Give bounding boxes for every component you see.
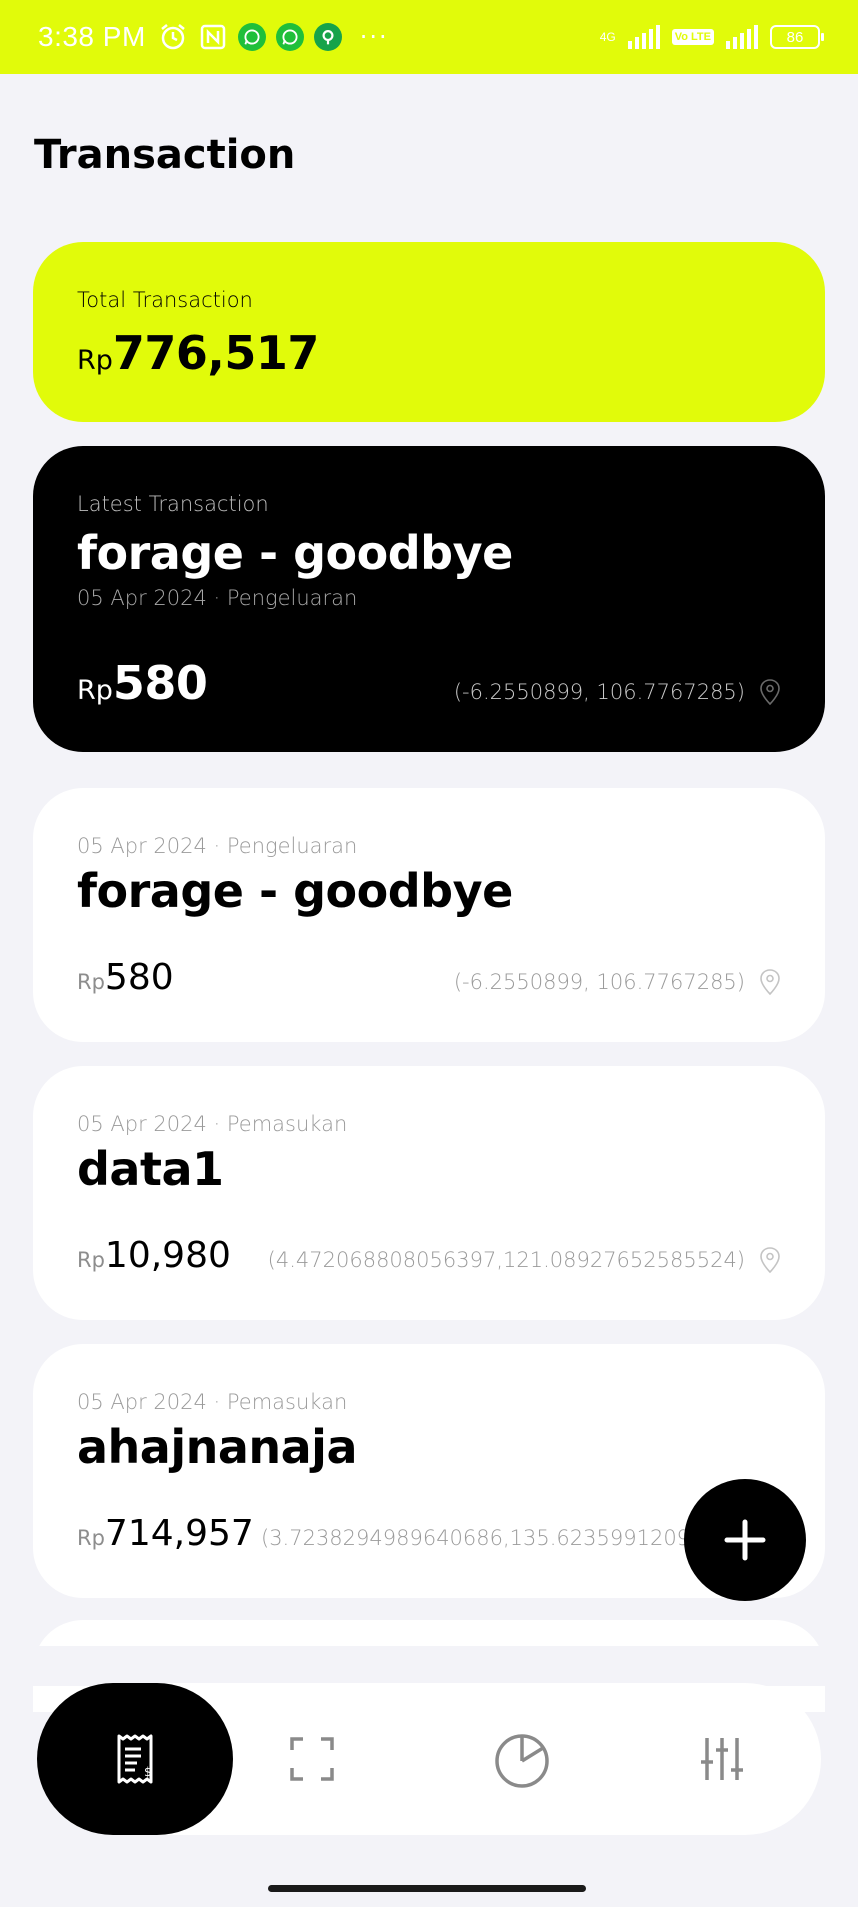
latest-meta: 05 Apr 2024 · Pengeluaran <box>77 586 358 610</box>
receipt-icon: $ <box>117 1734 153 1784</box>
scan-icon <box>290 1737 334 1781</box>
nav-transactions[interactable]: $ <box>37 1683 233 1835</box>
currency-label: Rp <box>77 675 113 706</box>
transaction-coords: (-6.2550899, 106.7767285) <box>453 970 745 994</box>
plus-icon <box>724 1519 766 1561</box>
signal-icon <box>627 25 660 49</box>
nfc-icon <box>198 22 228 52</box>
currency-label: Rp <box>77 1248 105 1272</box>
transaction-meta: 05 Apr 2024 · Pemasukan <box>77 1112 348 1136</box>
status-notification-icons: ··· <box>158 22 389 52</box>
location-app-icon <box>313 23 342 51</box>
total-transaction-card: Total Transaction Rp 776,517 <box>33 242 825 422</box>
transaction-amount-row: Rp 714,957 <box>77 1513 254 1554</box>
transaction-location: (-6.2550899, 106.7767285) <box>454 968 781 996</box>
total-amount: 776,517 <box>112 326 320 380</box>
transaction-meta: 05 Apr 2024 · Pengeluaran <box>77 834 358 858</box>
latest-amount-row: Rp 580 <box>77 656 208 710</box>
transaction-amount: 714,957 <box>104 1513 254 1554</box>
transaction-amount-row: Rp 10,980 <box>77 1235 231 1276</box>
latest-amount: 580 <box>112 656 208 710</box>
transaction-title: data1 <box>77 1142 224 1196</box>
battery-icon: 86 <box>770 25 824 49</box>
more-dots-icon: ··· <box>359 23 389 51</box>
currency-label: Rp <box>77 1526 105 1550</box>
sliders-icon <box>701 1738 743 1780</box>
latest-title: forage - goodbye <box>77 526 513 580</box>
status-time: 3:38 PM <box>38 21 146 52</box>
latest-bottom-row: Rp 580 (-6.2550899, 106.7767285) <box>77 656 781 710</box>
bottom-navigation: $ <box>37 1683 821 1835</box>
nav-scan[interactable] <box>257 1683 367 1835</box>
whatsapp-icon <box>237 23 266 51</box>
currency-label: Rp <box>77 970 105 994</box>
network-type: 4G <box>599 30 616 44</box>
latest-location: (-6.2550899, 106.7767285) <box>454 678 781 706</box>
latest-transaction-card[interactable]: Latest Transaction forage - goodbye 05 A… <box>33 446 825 752</box>
transaction-bottom-row: Rp 580 (-6.2550899, 106.7767285) <box>77 957 781 998</box>
transaction-amount-row: Rp 580 <box>77 957 174 998</box>
status-bar: 3:38 PM ··· 4G Vo LTE 86 <box>0 0 858 74</box>
location-pin-icon <box>760 1247 780 1274</box>
total-amount-row: Rp 776,517 <box>77 326 781 380</box>
whatsapp-icon <box>275 23 304 51</box>
page-title: Transaction <box>34 132 296 178</box>
signal-icon <box>726 25 758 49</box>
total-label: Total Transaction <box>77 288 253 312</box>
currency-label: Rp <box>77 345 113 376</box>
battery-level: 86 <box>786 28 804 46</box>
transaction-coords: (3.7238294989640686,135.6235991209 <box>261 1526 691 1550</box>
nav-statistics[interactable] <box>467 1683 577 1835</box>
transaction-bottom-row: Rp 714,957 (3.7238294989640686,135.62359… <box>77 1513 781 1554</box>
svg-text:$: $ <box>144 1765 152 1779</box>
transaction-title: ahajnanaja <box>77 1420 357 1474</box>
transaction-bottom-row: Rp 10,980 (4.472068808056397,121.0892765… <box>77 1235 781 1276</box>
status-system-icons: 4G Vo LTE 86 <box>599 25 824 49</box>
home-indicator[interactable] <box>268 1885 586 1892</box>
pie-chart-icon <box>495 1734 549 1788</box>
transaction-card[interactable]: 05 Apr 2024 · Pemasukan data1 Rp 10,980 … <box>33 1066 825 1320</box>
latest-coords: (-6.2550899, 106.7767285) <box>453 680 745 704</box>
location-pin-icon <box>760 969 780 996</box>
latest-label: Latest Transaction <box>77 492 269 516</box>
transaction-coords: (4.472068808056397,121.08927652585524) <box>267 1248 745 1272</box>
nav-settings[interactable] <box>667 1683 777 1835</box>
bottom-background <box>0 1646 858 1686</box>
volte-badge: Vo LTE <box>671 29 714 45</box>
transaction-meta: 05 Apr 2024 · Pemasukan <box>77 1390 348 1414</box>
transaction-location: (4.472068808056397,121.08927652585524) <box>268 1246 781 1274</box>
transaction-amount: 10,980 <box>104 1235 231 1276</box>
location-pin-icon <box>760 679 780 706</box>
transaction-title: forage - goodbye <box>77 864 513 918</box>
transaction-amount: 580 <box>104 957 174 998</box>
add-transaction-button[interactable] <box>684 1479 806 1601</box>
alarm-icon <box>158 22 188 52</box>
transaction-card[interactable]: 05 Apr 2024 · Pengeluaran forage - goodb… <box>33 788 825 1042</box>
